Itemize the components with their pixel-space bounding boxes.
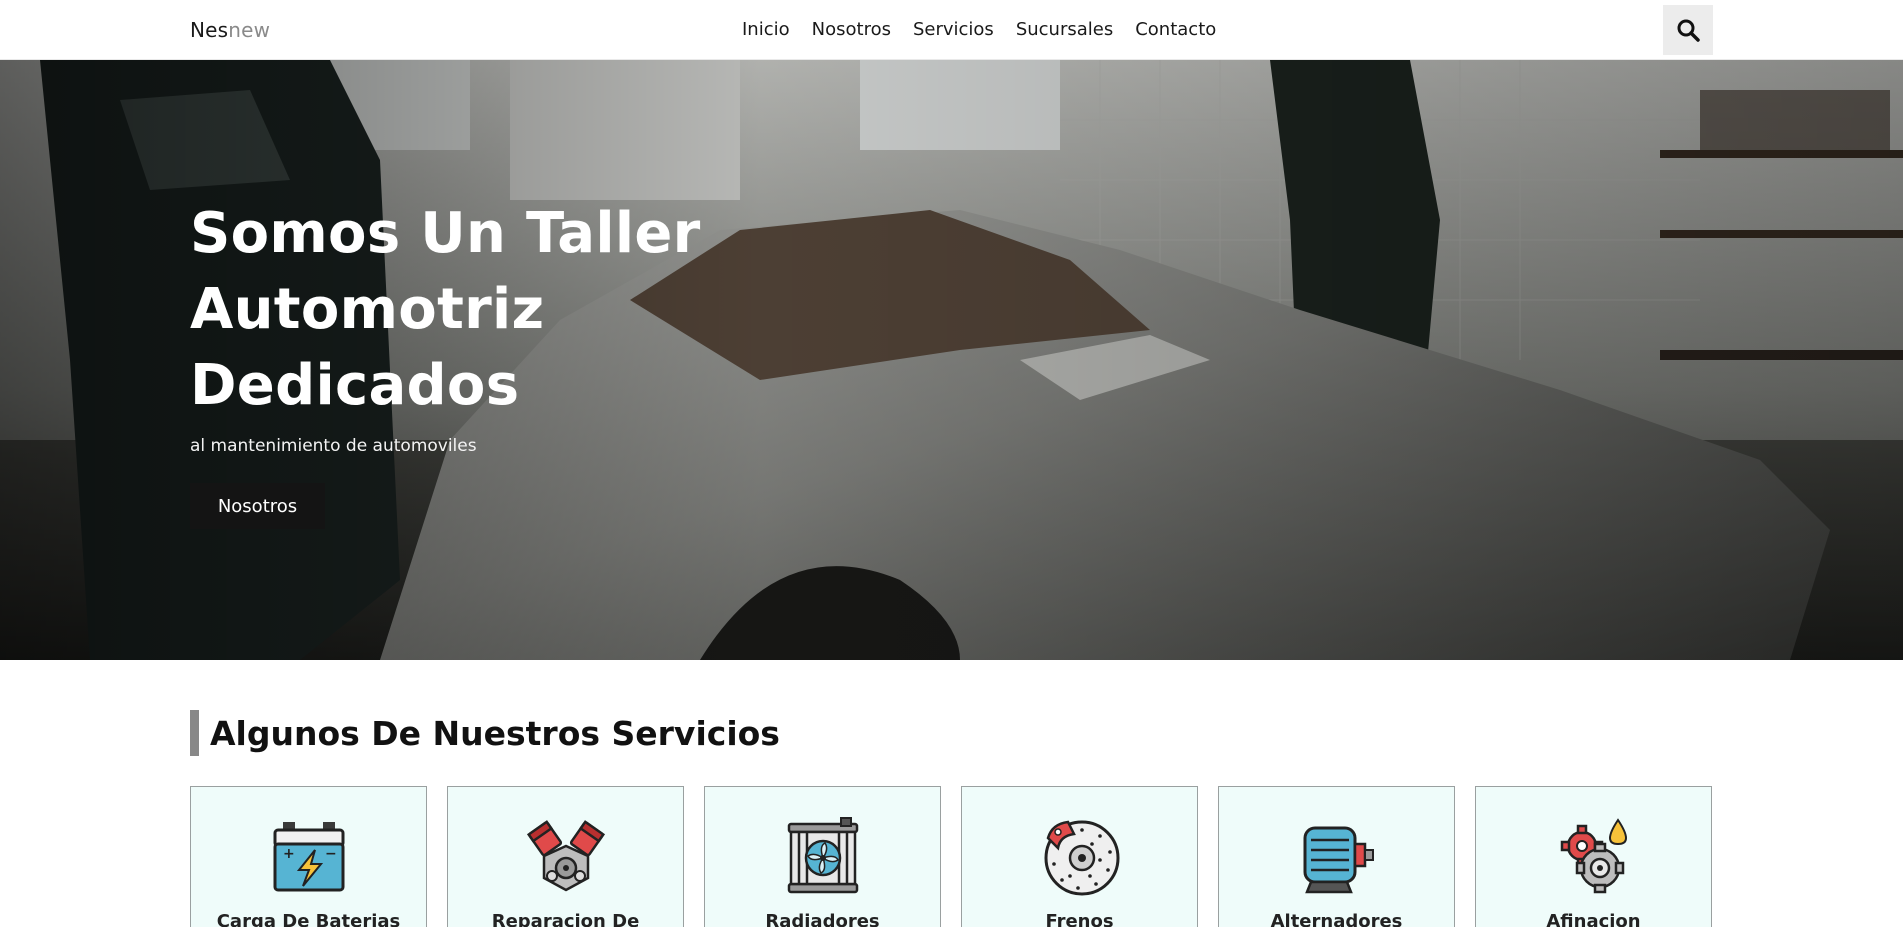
service-card-label: Alternadores xyxy=(1270,911,1403,927)
service-card-label: Reparacion De xyxy=(491,911,640,927)
battery-icon: + − xyxy=(273,822,345,892)
engine-icon xyxy=(526,820,606,892)
main-nav: Inicio Nosotros Servicios Sucursales Con… xyxy=(742,19,1216,40)
service-card-batteries[interactable]: + − Carga De Baterias xyxy=(190,786,427,927)
logo[interactable]: Nesnew xyxy=(190,18,270,42)
service-card-label: Carga De Baterias xyxy=(216,911,401,927)
logo-text-secondary: new xyxy=(228,18,271,42)
logo-text-primary: Nes xyxy=(190,18,229,42)
service-card-label: Radiadores xyxy=(765,911,880,927)
search-button[interactable] xyxy=(1663,5,1713,55)
brake-disc-icon xyxy=(1044,820,1120,896)
service-card-alternators[interactable]: Alternadores xyxy=(1218,786,1455,927)
hero-subtitle: al mantenimiento de automoviles xyxy=(190,436,477,456)
services-heading: Algunos De Nuestros Servicios xyxy=(190,710,780,756)
service-card-label: Frenos xyxy=(1045,911,1114,927)
services-title: Algunos De Nuestros Servicios xyxy=(210,713,780,753)
site-header: Nesnew Inicio Nosotros Servicios Sucursa… xyxy=(0,0,1903,60)
gear-oil-icon xyxy=(1560,818,1628,894)
search-icon xyxy=(1677,19,1700,42)
svg-text:+: + xyxy=(283,846,295,862)
nav-link-nosotros[interactable]: Nosotros xyxy=(812,19,891,40)
hero-banner: Somos Un Taller Automotriz Dedicados al … xyxy=(0,60,1903,660)
svg-text:−: − xyxy=(325,846,337,862)
service-card-brakes[interactable]: Frenos xyxy=(961,786,1198,927)
service-card-tune-up[interactable]: Afinacion xyxy=(1475,786,1712,927)
radiator-icon xyxy=(787,817,859,894)
nav-link-sucursales[interactable]: Sucursales xyxy=(1016,19,1113,40)
hero-title: Somos Un Taller Automotriz Dedicados xyxy=(190,201,701,418)
heading-accent-bar xyxy=(190,710,199,756)
services-cards: + − Carga De Baterias Reparacion De Radi… xyxy=(190,786,1712,927)
service-card-label: Afinacion xyxy=(1546,911,1641,927)
nav-link-inicio[interactable]: Inicio xyxy=(742,19,790,40)
service-card-radiators[interactable]: Radiadores xyxy=(704,786,941,927)
alternator-icon xyxy=(1303,826,1374,894)
nav-link-contacto[interactable]: Contacto xyxy=(1135,19,1216,40)
hero-nosotros-button[interactable]: Nosotros xyxy=(190,483,325,529)
nav-link-servicios[interactable]: Servicios xyxy=(913,19,994,40)
service-card-engine-repair[interactable]: Reparacion De xyxy=(447,786,684,927)
